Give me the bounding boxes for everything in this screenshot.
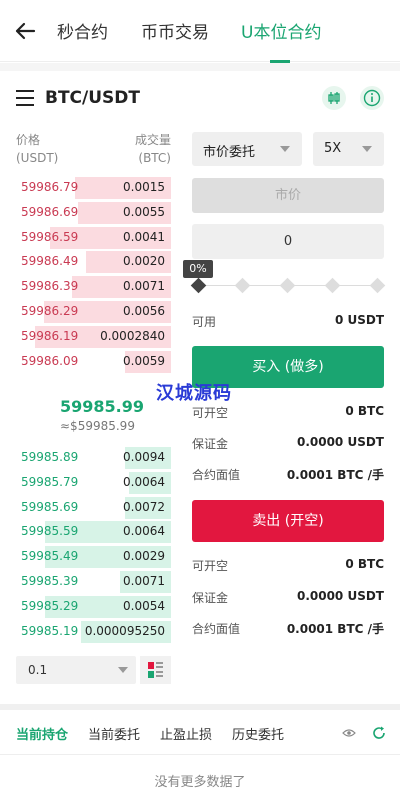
bid-row[interactable]: 59985.89 0.0094 [16, 447, 171, 469]
order-quantity: 0.0029 [123, 549, 165, 564]
order-price: 59985.49 [21, 549, 79, 564]
buy-info-row: 合约面值 0.0001 BTC /手 [192, 468, 384, 482]
buy-info-row: 保证金 0.0000 USDT [192, 435, 384, 451]
order-quantity: 0.0056 [123, 304, 165, 318]
order-price: 59985.39 [21, 574, 79, 588]
bid-row[interactable]: 59985.69 0.0072 [16, 496, 171, 519]
ask-row[interactable]: 59986.09 0.0059 [16, 350, 171, 373]
order-quantity: 0.0072 [123, 499, 165, 514]
volume-column-header: 成交量 (BTC) [134, 133, 171, 165]
chevron-down-icon [118, 667, 128, 673]
tab-order-history[interactable]: 历史委托 [232, 724, 284, 743]
bid-row[interactable]: 59985.79 0.0064 [16, 471, 171, 494]
order-price: 59985.69 [21, 499, 79, 514]
order-price: 59986.59 [21, 229, 79, 244]
order-price: 59986.19 [21, 328, 79, 343]
watermark: 汉城源码 [156, 383, 232, 404]
slider-stop-100[interactable] [369, 277, 386, 294]
order-price: 59986.69 [21, 204, 79, 219]
order-price: 59985.79 [21, 474, 79, 489]
bid-row[interactable]: 59985.19 0.000095250 [16, 620, 171, 643]
section-divider [0, 63, 400, 71]
orderbook-layout-icon[interactable] [140, 656, 171, 684]
order-quantity: 0.0094 [123, 450, 165, 464]
last-price-usd: ≈$59985.99 [60, 419, 135, 433]
order-price: 59985.29 [21, 598, 79, 613]
trading-pair-title[interactable]: BTC/USDT [45, 88, 140, 108]
divider [0, 754, 400, 755]
ask-row[interactable]: 59986.79 0.0015 [16, 177, 171, 199]
quantity-input[interactable]: 0 [192, 224, 384, 259]
order-quantity: 0.0054 [123, 598, 165, 613]
buy-info-row: 可开空 0 BTC [192, 404, 384, 420]
chevron-down-icon [362, 146, 372, 152]
tab-current-orders[interactable]: 当前委托 [88, 724, 140, 743]
sell-info-row: 合约面值 0.0001 BTC /手 [192, 622, 384, 636]
bid-row[interactable]: 59985.29 0.0054 [16, 595, 171, 618]
ask-row[interactable]: 59986.49 0.0020 [16, 251, 171, 274]
tab-current-positions[interactable]: 当前持仓 [16, 724, 68, 743]
candlestick-chart-icon[interactable] [322, 86, 346, 110]
tab-second-contract[interactable]: 秒合约 [57, 18, 108, 43]
chevron-down-icon [280, 146, 290, 152]
ask-row[interactable]: 59986.69 0.0055 [16, 201, 171, 224]
ask-row[interactable]: 59986.59 0.0041 [16, 226, 171, 249]
order-quantity: 0.0064 [123, 524, 165, 539]
eye-icon[interactable] [342, 728, 356, 738]
sell-info-row: 保证金 0.0000 USDT [192, 589, 384, 605]
tab-usdt-futures[interactable]: U本位合约 [241, 18, 321, 43]
order-quantity: 0.0055 [123, 204, 165, 219]
section-divider [0, 704, 400, 710]
last-price: 59985.99 [60, 397, 145, 416]
order-quantity: 0.000095250 [84, 623, 165, 638]
empty-state-text: 没有更多数据了 [154, 775, 246, 790]
order-price: 59985.59 [21, 524, 79, 539]
order-price: 59986.39 [21, 279, 79, 294]
order-quantity: 0.0020 [123, 254, 165, 269]
order-type-select[interactable]: 市价委托 [192, 132, 302, 166]
order-quantity: 0.0064 [123, 474, 165, 489]
order-price: 59986.79 [21, 180, 79, 194]
price-column-header: 价格 (USDT) [16, 133, 59, 165]
order-quantity: 0.0002840 [100, 328, 165, 343]
order-price: 59986.29 [21, 304, 79, 318]
order-price: 59986.09 [21, 353, 79, 368]
slider-stop-50[interactable] [279, 277, 296, 294]
price-input: 市价 [192, 178, 384, 213]
bid-row[interactable]: 59985.49 0.0029 [16, 546, 171, 569]
depth-precision-select[interactable]: 0.1 [16, 656, 136, 684]
order-price: 59985.89 [21, 450, 79, 464]
bid-row[interactable]: 59985.39 0.0071 [16, 571, 171, 593]
order-quantity: 0.0071 [123, 574, 165, 588]
ask-row[interactable]: 59986.29 0.0056 [16, 301, 171, 323]
leverage-select[interactable]: 5X [313, 132, 384, 166]
available-balance: 可用 0 USDT [192, 313, 384, 329]
slider-stop-0[interactable] [190, 277, 207, 294]
bid-row[interactable]: 59985.59 0.0064 [16, 521, 171, 544]
top-nav: 秒合约 币币交易 U本位合约 [0, 0, 400, 63]
sell-short-button[interactable]: 卖出 (开空) [192, 500, 384, 542]
tab-spot-trading[interactable]: 币币交易 [141, 18, 209, 43]
slider-stop-75[interactable] [324, 277, 341, 294]
order-price: 59986.49 [21, 254, 79, 269]
order-quantity: 0.0041 [123, 229, 165, 244]
order-quantity: 0.0059 [123, 353, 165, 368]
back-arrow-icon[interactable] [14, 20, 36, 42]
info-icon[interactable] [360, 86, 384, 110]
tab-take-profit-stop-loss[interactable]: 止盈止损 [160, 724, 212, 743]
ask-row[interactable]: 59986.19 0.0002840 [16, 325, 171, 348]
refresh-icon[interactable] [372, 726, 386, 740]
sell-info-row: 可开空 0 BTC [192, 557, 384, 573]
slider-percent-tooltip: 0% [183, 260, 213, 278]
order-quantity: 0.0071 [123, 279, 165, 294]
slider-stop-25[interactable] [234, 277, 251, 294]
order-price: 59985.19 [21, 623, 79, 638]
order-quantity: 0.0015 [123, 180, 165, 194]
menu-icon[interactable] [16, 90, 34, 106]
ask-row[interactable]: 59986.39 0.0071 [16, 276, 171, 299]
